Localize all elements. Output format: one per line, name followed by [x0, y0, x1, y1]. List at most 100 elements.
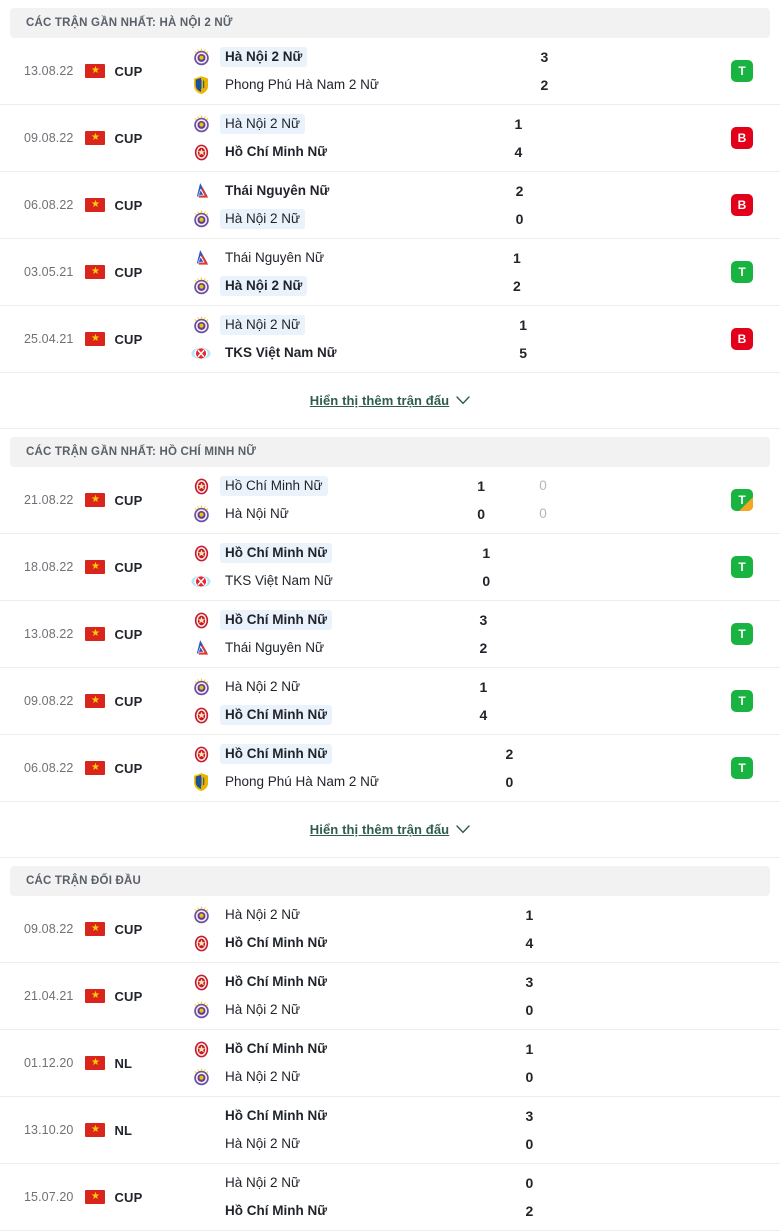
- match-meta: 09.08.22 ★ CUP: [0, 668, 190, 734]
- competition-name: CUP: [114, 559, 143, 575]
- score-cell: 1: [498, 1039, 588, 1059]
- team-name: Hà Nội 2 Nữ: [225, 1175, 301, 1190]
- table-row[interactable]: 13.08.22 ★ CUP Hà Nội 2 Nữ Phong Phú Hà Nam …: [0, 38, 780, 105]
- result: [588, 1030, 780, 1096]
- table-row[interactable]: 21.08.22 ★ CUP Hồ Chí Minh Nữ Hà Nội Nữ 1 0 0 0 T: [0, 467, 780, 534]
- score-value: 2: [479, 640, 488, 656]
- team-line: Hà Nội 2 Nữ: [190, 114, 487, 134]
- competition-name: CUP: [114, 63, 143, 79]
- vn-flag-icon: ★: [85, 1123, 106, 1137]
- section-head-to-head: CÁC TRẬN ĐỐI ĐẦU 09.08.22 ★ CUP Hà Nội 2 Nữ H…: [0, 866, 780, 1231]
- show-more-button[interactable]: Hiển thị thêm trận đấu: [310, 393, 470, 408]
- table-row[interactable]: 25.04.21 ★ CUP Hà Nội 2 Nữ TKS Việt Nam Nữ 1 5…: [0, 306, 780, 373]
- score-cell: 4: [487, 142, 577, 162]
- status-badge: T: [731, 489, 754, 511]
- teams: Hồ Chí Minh Nữ Thái Nguyên Nữ: [190, 601, 452, 667]
- scores: 30: [498, 963, 588, 1029]
- team-name: TKS Việt Nam Nữ: [225, 345, 337, 360]
- secondary-score-cell: 0: [539, 476, 609, 496]
- hcm-crest-icon: [194, 707, 208, 723]
- thainguyen-crest-icon: [196, 183, 209, 198]
- team-line: Hồ Chí Minh Nữ: [190, 1201, 498, 1221]
- table-row[interactable]: 13.10.20 ★ NL Hồ Chí Minh Nữ Hà Nội 2 Nữ 3 0: [0, 1097, 780, 1164]
- table-row[interactable]: 06.08.22 ★ CUP Thái Nguyên Nữ Hà Nội 2 Nữ 2 0 B: [0, 172, 780, 239]
- score-value: 1: [525, 907, 534, 923]
- hanoi-crest-icon: [190, 277, 212, 296]
- result: T: [637, 735, 780, 801]
- hcm-crest-icon: [194, 935, 208, 951]
- table-row[interactable]: 21.04.21 ★ CUP Hồ Chí Minh Nữ Hà Nội 2 Nữ 3 0: [0, 963, 780, 1030]
- team-name: Hà Nội 2 Nữ: [220, 315, 306, 335]
- secondary-score-cell: [544, 543, 614, 563]
- table-row[interactable]: 13.08.22 ★ CUP Hồ Chí Minh Nữ Thái Nguyên Nữ…: [0, 601, 780, 668]
- show-more-button[interactable]: Hiển thị thêm trận đấu: [310, 822, 470, 837]
- score-value: 3: [479, 612, 488, 628]
- score-cell: 0: [498, 1067, 588, 1087]
- flag-star-icon: ★: [90, 199, 100, 210]
- score-cell: 2: [498, 1201, 588, 1221]
- competition: ★ CUP: [85, 332, 142, 347]
- status-badge-letter: T: [738, 64, 746, 78]
- secondary-score-value: 0: [539, 478, 547, 493]
- score-cell: 4: [498, 933, 588, 953]
- team-name: Phong Phú Hà Nam 2 Nữ: [225, 774, 379, 789]
- score-value: 0: [525, 1175, 534, 1191]
- team-name: Hà Nội 2 Nữ: [220, 276, 308, 296]
- competition-name: CUP: [114, 921, 143, 937]
- chevron-down-icon: [456, 825, 470, 834]
- score-cell: 0: [454, 571, 544, 591]
- section-header: CÁC TRẬN GẦN NHẤT: HỒ CHÍ MINH NỮ: [10, 437, 770, 467]
- status-badge-letter: T: [738, 493, 746, 507]
- table-row[interactable]: 18.08.22 ★ CUP Hồ Chí Minh Nữ TKS Việt Nam N…: [0, 534, 780, 601]
- team-name: Hà Nội 2 Nữ: [225, 679, 301, 694]
- teams: Hà Nội 2 Nữ Hồ Chí Minh Nữ: [190, 1164, 498, 1230]
- hcm-crest-icon: [190, 611, 212, 630]
- table-row[interactable]: 01.12.20 ★ NL Hồ Chí Minh Nữ Hà Nội 2 Nữ 1 0: [0, 1030, 780, 1097]
- competition-name: CUP: [114, 988, 143, 1004]
- hcm-crest-icon: [194, 612, 208, 628]
- status-badge: T: [731, 623, 754, 645]
- table-row[interactable]: 06.08.22 ★ CUP Hồ Chí Minh Nữ Phong Phú Hà N…: [0, 735, 780, 802]
- match-meta: 06.08.22 ★ CUP: [0, 172, 190, 238]
- match-date: 09.08.22: [24, 131, 74, 145]
- competition-name: CUP: [114, 197, 143, 213]
- scores: 32: [512, 38, 602, 104]
- team-name: Phong Phú Hà Nam 2 Nữ: [225, 77, 379, 92]
- team-name: Hồ Chí Minh Nữ: [225, 1108, 328, 1123]
- team-name: Hồ Chí Minh Nữ: [220, 543, 333, 563]
- score-value: 1: [477, 478, 486, 494]
- match-date: 06.08.22: [24, 761, 74, 775]
- result: T: [609, 467, 780, 533]
- competition-name: NL: [114, 1055, 133, 1071]
- score-value: 0: [505, 774, 514, 790]
- phongphu-shield-icon: [190, 773, 212, 792]
- table-row[interactable]: 09.08.22 ★ CUP Hà Nội 2 Nữ Hồ Chí Minh Nữ 1 4 B: [0, 105, 780, 172]
- hanoi-crest-icon: [193, 1068, 209, 1085]
- scores: 14: [487, 105, 577, 171]
- score-value: 2: [515, 183, 524, 199]
- flag-star-icon: ★: [90, 990, 100, 1001]
- teams: Hà Nội 2 Nữ Hồ Chí Minh Nữ: [190, 896, 498, 962]
- match-date: 09.08.22: [24, 922, 74, 936]
- team-logo-placeholder: [190, 1135, 212, 1154]
- status-badge: B: [731, 127, 754, 149]
- score-cell: 2: [477, 744, 567, 764]
- secondary-score-cell: [542, 677, 612, 697]
- score-value: 3: [525, 974, 534, 990]
- table-row[interactable]: 09.08.22 ★ CUP Hà Nội 2 Nữ Hồ Chí Minh Nữ 1 4 T: [0, 668, 780, 735]
- hcm-crest-icon: [190, 544, 212, 563]
- table-row[interactable]: 09.08.22 ★ CUP Hà Nội 2 Nữ Hồ Chí Minh Nữ 1 4: [0, 896, 780, 963]
- scores: 10: [454, 534, 544, 600]
- secondary-scores: [542, 601, 612, 667]
- team-name: TKS Việt Nam Nữ: [225, 573, 333, 588]
- score-cell: 0: [449, 504, 539, 524]
- competition: ★ NL: [85, 1123, 132, 1138]
- result: [588, 1164, 780, 1230]
- team-name: Hà Nội 2 Nữ: [225, 1136, 301, 1151]
- vn-flag-icon: ★: [85, 1190, 106, 1204]
- match-meta: 01.12.20 ★ NL: [0, 1030, 190, 1096]
- match-date: 25.04.21: [24, 332, 74, 346]
- table-row[interactable]: 15.07.20 ★ CUP Hà Nội 2 Nữ Hồ Chí Minh Nữ 0 2: [0, 1164, 780, 1231]
- hanoi-crest-icon: [190, 210, 212, 229]
- table-row[interactable]: 03.05.21 ★ CUP Thái Nguyên Nữ Hà Nội 2 Nữ 1 2 T: [0, 239, 780, 306]
